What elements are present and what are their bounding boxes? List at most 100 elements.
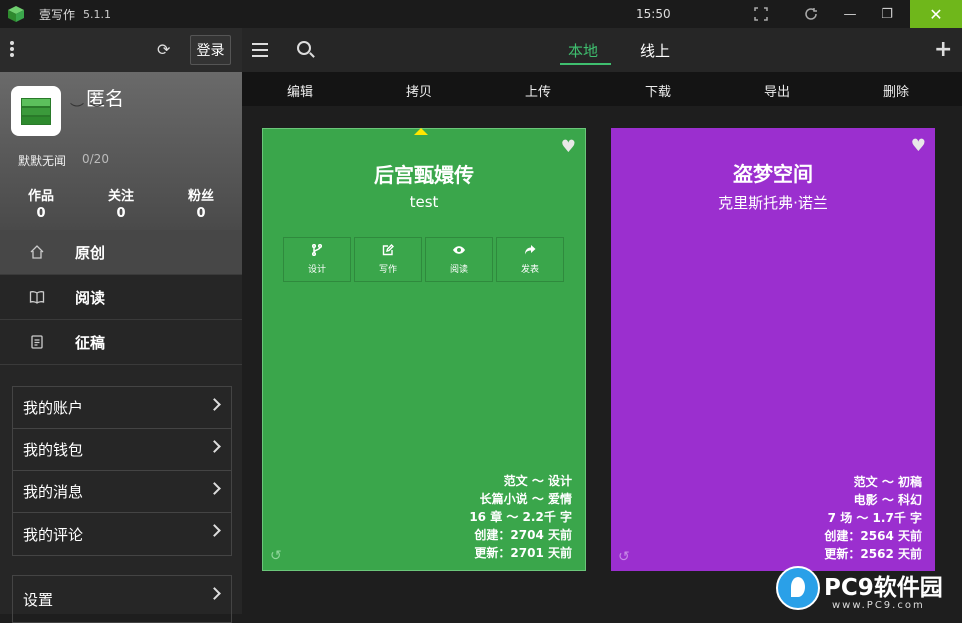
meta-line: 16 章 ～ 2.2千 字 xyxy=(469,510,572,524)
menu-label: 我的钱包 xyxy=(23,441,84,459)
action-toolbar: 编辑 拷贝 上传 下载 导出 删除 xyxy=(242,72,962,106)
menu-label: 我的账户 xyxy=(23,399,84,417)
sidebar: ⟳ 登录 匿名 ︶︶ 默默无闻 0/20 作品 0 关注 0 粉丝 0 原创 阅… xyxy=(0,28,242,623)
history-icon[interactable]: ↺ xyxy=(270,548,282,564)
meta-line: 范文 ～ 初稿 xyxy=(853,475,922,489)
read-button[interactable]: 阅读 xyxy=(425,237,493,282)
work-subtitle: test xyxy=(409,193,439,211)
meta-line: 创建：2704 天前 xyxy=(474,528,572,542)
meta-line: 范文 ～ 设计 xyxy=(503,474,572,488)
work-card[interactable]: ♥ 后宫甄嬛传 test 设计 写作 阅读 发表 范文 ～ 设计 长篇小说 ～ … xyxy=(262,128,586,571)
stat-value: 0 xyxy=(36,206,46,221)
meta-line: 长篇小说 ～ 爱情 xyxy=(479,492,572,506)
export-button[interactable]: 导出 xyxy=(764,81,790,100)
close-button[interactable]: ✕ xyxy=(910,0,962,28)
window-titlebar: 壹写作 5.1.1 15:50 — ❐ ✕ xyxy=(0,0,962,28)
birds-decoration: ︶︶ xyxy=(70,103,110,119)
chevron-right-icon xyxy=(208,398,221,411)
login-button[interactable]: 登录 xyxy=(190,35,231,65)
stat-value: 0 xyxy=(196,206,206,221)
card-actions: 设计 写作 阅读 发表 xyxy=(283,237,567,282)
work-meta: 范文 ～ 设计 长篇小说 ～ 爱情 16 章 ～ 2.2千 字 创建：2704 … xyxy=(469,472,572,562)
work-title: 盗梦空间 xyxy=(733,162,813,186)
home-icon xyxy=(28,243,46,261)
history-icon[interactable]: ↺ xyxy=(618,549,630,565)
watermark: PC9软件园 www.PC9.com xyxy=(776,566,962,614)
meta-line: 电影 ～ 科幻 xyxy=(853,493,922,507)
work-subtitle: 克里斯托弗·诺兰 xyxy=(718,194,828,212)
watermark-url: www.PC9.com xyxy=(832,600,925,611)
menu-my-messages[interactable]: 我的消息 xyxy=(13,471,231,513)
branch-icon xyxy=(311,243,323,260)
app-version: 5.1.1 xyxy=(83,7,112,21)
chevron-right-icon xyxy=(208,587,221,600)
settings-menu-item[interactable]: 设置 xyxy=(12,575,232,623)
menu-label: 我的消息 xyxy=(23,483,84,501)
hamburger-menu-icon[interactable] xyxy=(252,43,268,61)
write-button[interactable]: 写作 xyxy=(354,237,422,282)
delete-button[interactable]: 删除 xyxy=(883,81,909,100)
edit-button[interactable]: 编辑 xyxy=(287,81,313,100)
upload-button[interactable]: 上传 xyxy=(525,81,551,100)
work-card[interactable]: ♥ 盗梦空间 克里斯托弗·诺兰 范文 ～ 初稿 电影 ～ 科幻 7 场 ～ 1.… xyxy=(611,128,935,571)
search-icon[interactable] xyxy=(297,41,311,55)
action-label: 阅读 xyxy=(449,265,468,275)
stat-following[interactable]: 关注 0 xyxy=(91,185,151,221)
watermark-text: PC9软件园 xyxy=(824,575,943,601)
stat-works[interactable]: 作品 0 xyxy=(11,185,71,221)
meta-line: 创建：2564 天前 xyxy=(824,529,922,543)
account-menu: 我的账户 我的钱包 我的消息 我的评论 xyxy=(12,386,232,556)
work-meta: 范文 ～ 初稿 电影 ～ 科幻 7 场 ～ 1.7千 字 创建：2564 天前 … xyxy=(824,473,922,563)
restore-button[interactable]: ❐ xyxy=(867,0,907,28)
share-icon xyxy=(524,244,536,260)
sidebar-item-label: 阅读 xyxy=(75,288,106,307)
heart-icon[interactable]: ♥ xyxy=(561,137,576,157)
motto-count: 0/20 xyxy=(82,152,109,166)
document-icon xyxy=(28,333,46,351)
minimize-button[interactable]: — xyxy=(830,0,870,28)
book-icon xyxy=(28,288,46,306)
action-label: 设计 xyxy=(307,265,326,275)
menu-my-wallet[interactable]: 我的钱包 xyxy=(13,429,231,471)
settings-label: 设置 xyxy=(23,590,54,609)
eye-icon xyxy=(452,244,466,260)
watermark-logo-icon xyxy=(776,566,820,610)
refresh-icon[interactable]: ⟳ xyxy=(157,40,170,59)
chevron-right-icon xyxy=(208,482,221,495)
sidebar-item-label: 原创 xyxy=(75,243,106,262)
user-motto[interactable]: 默默无闻 xyxy=(18,152,66,169)
clock: 15:50 xyxy=(636,7,671,21)
sidebar-item-label: 征稿 xyxy=(75,333,106,352)
menu-my-comments[interactable]: 我的评论 xyxy=(13,513,231,555)
design-button[interactable]: 设计 xyxy=(283,237,351,282)
app-logo-icon xyxy=(7,5,25,23)
sidebar-header: ⟳ 登录 xyxy=(0,28,242,72)
copy-button[interactable]: 拷贝 xyxy=(406,81,432,100)
edit-icon xyxy=(382,244,394,260)
stat-value: 0 xyxy=(116,206,126,221)
menu-label: 我的评论 xyxy=(23,525,84,544)
chevron-right-icon xyxy=(208,440,221,453)
selected-indicator xyxy=(414,128,428,135)
meta-line: 更新：2701 天前 xyxy=(474,546,572,560)
publish-button[interactable]: 发表 xyxy=(496,237,564,282)
add-icon[interactable]: + xyxy=(934,37,952,62)
meta-line: 更新：2562 天前 xyxy=(824,547,922,561)
sidebar-nav: 原创 阅读 征稿 xyxy=(0,230,242,365)
stat-followers[interactable]: 粉丝 0 xyxy=(171,185,231,221)
sidebar-item-submissions[interactable]: 征稿 xyxy=(0,320,242,365)
stat-label: 粉丝 xyxy=(187,189,214,204)
avatar[interactable] xyxy=(11,86,61,136)
refresh-window-icon[interactable] xyxy=(791,0,831,28)
download-button[interactable]: 下载 xyxy=(645,81,671,100)
heart-icon[interactable]: ♥ xyxy=(911,136,926,156)
sidebar-item-original[interactable]: 原创 xyxy=(0,230,242,275)
app-title: 壹写作 xyxy=(39,7,76,22)
screenshot-icon[interactable] xyxy=(741,0,781,28)
more-menu-icon[interactable] xyxy=(10,41,14,57)
tab-online[interactable]: 线上 xyxy=(640,40,670,61)
menu-my-account[interactable]: 我的账户 xyxy=(13,387,231,429)
tab-local[interactable]: 本地 xyxy=(568,40,598,61)
active-tab-indicator xyxy=(560,63,611,65)
sidebar-item-reading[interactable]: 阅读 xyxy=(0,275,242,320)
